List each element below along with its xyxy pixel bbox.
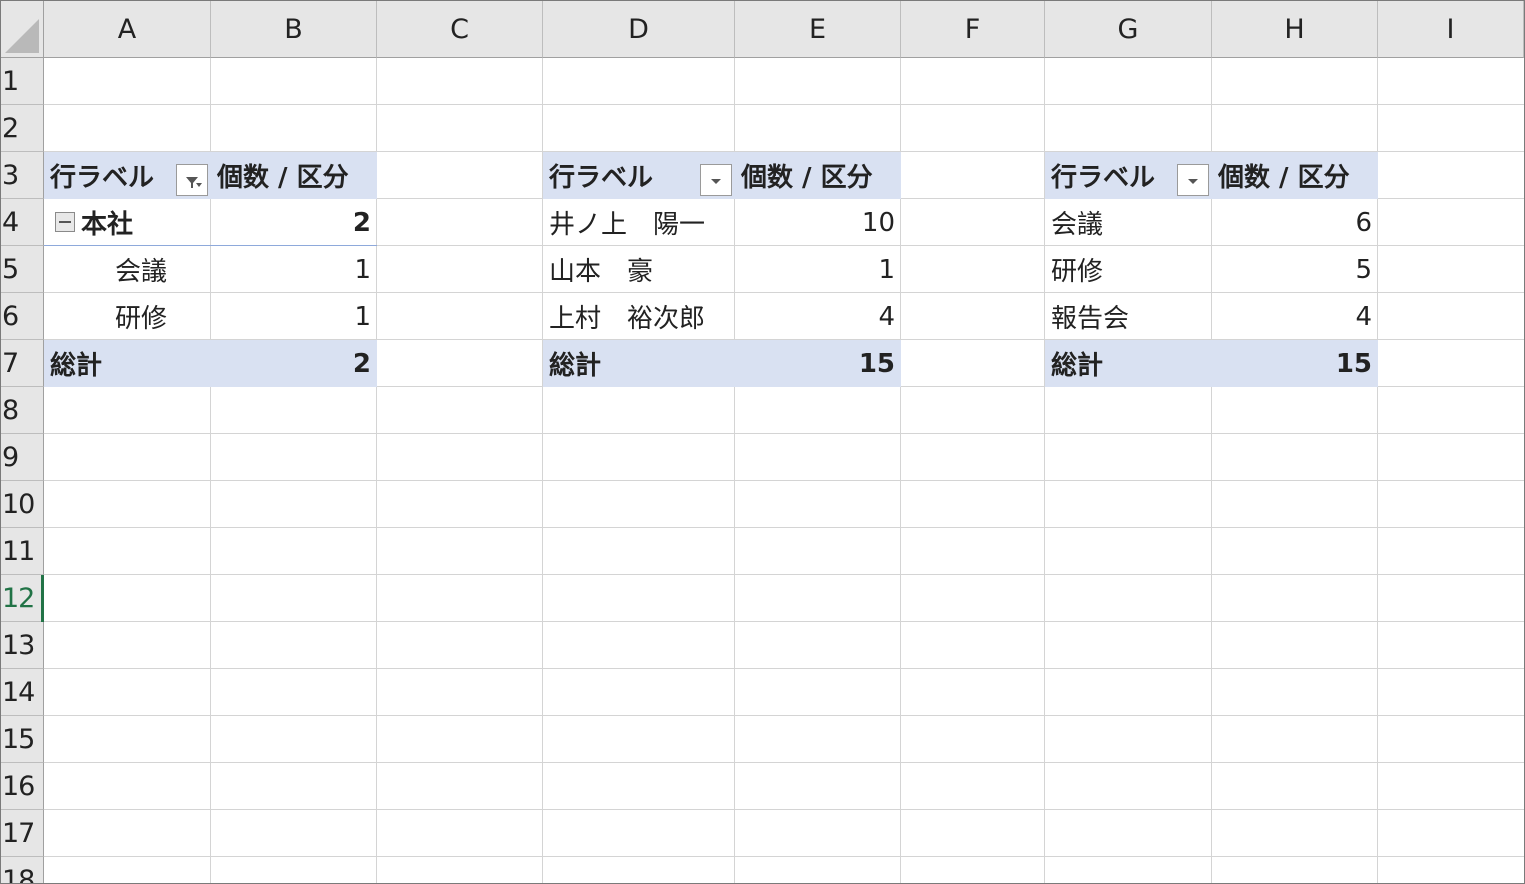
select-all-corner[interactable] [1, 1, 44, 58]
gridline [44, 104, 1524, 105]
pivot-item-value[interactable]: 6 [1212, 199, 1378, 246]
column-header-h[interactable]: H [1212, 1, 1378, 58]
row-header-7[interactable]: 7 [1, 340, 44, 387]
pivot-item-label[interactable]: 上村 裕次郎 [543, 293, 735, 340]
row-header-1[interactable]: 1 [1, 58, 44, 105]
gridline [44, 809, 1524, 810]
grand-total-label[interactable]: 総計 [1045, 340, 1212, 387]
row-header-5[interactable]: 5 [1, 246, 44, 293]
value-header: 個数 / 区分 [741, 163, 873, 193]
pivot-item-value[interactable]: 1 [211, 246, 377, 293]
pivot-item-label[interactable]: 研修 [115, 293, 211, 340]
dropdown-arrow-icon [1188, 179, 1198, 184]
collapse-button[interactable] [55, 212, 75, 232]
row-header-14[interactable]: 14 [1, 669, 44, 716]
grand-total-label[interactable]: 総計 [44, 340, 211, 387]
gridline [44, 668, 1524, 669]
row-header-8[interactable]: 8 [1, 387, 44, 434]
column-header-d[interactable]: D [543, 1, 735, 58]
column-header-c[interactable]: C [377, 1, 543, 58]
pivot-item-value[interactable]: 10 [735, 199, 901, 246]
pivot-item-label[interactable]: 研修 [1045, 246, 1212, 293]
row-header-12-active[interactable]: 12 [1, 575, 44, 622]
pivot-item-value[interactable]: 5 [1212, 246, 1378, 293]
group-label[interactable]: 本社 [81, 199, 211, 246]
row-header-15[interactable]: 15 [1, 716, 44, 763]
column-header-e[interactable]: E [735, 1, 901, 58]
row-header-11[interactable]: 11 [1, 528, 44, 575]
gridline [44, 621, 1524, 622]
column-header-a[interactable]: A [44, 1, 211, 58]
row-header-17[interactable]: 17 [1, 810, 44, 857]
pivot-item-value[interactable]: 1 [211, 293, 377, 340]
row-header-2[interactable]: 2 [1, 105, 44, 152]
row-header-3[interactable]: 3 [1, 152, 44, 199]
value-header: 個数 / 区分 [217, 163, 349, 193]
gridline [44, 480, 1524, 481]
gridline [44, 574, 1524, 575]
pivot-item-label[interactable]: 井ノ上 陽一 [543, 199, 735, 246]
pivot-item-value[interactable]: 4 [1212, 293, 1378, 340]
grand-total-value[interactable]: 15 [1212, 340, 1378, 387]
dropdown-button[interactable] [700, 164, 732, 196]
pivot-item-value[interactable]: 1 [735, 246, 901, 293]
gridline [44, 715, 1524, 716]
pivot-item-value[interactable]: 4 [735, 293, 901, 340]
filter-icon [186, 177, 202, 188]
row-header-13[interactable]: 13 [1, 622, 44, 669]
column-header-g[interactable]: G [1045, 1, 1212, 58]
pivot-item-label[interactable]: 会議 [1045, 199, 1212, 246]
row-header-9[interactable]: 9 [1, 434, 44, 481]
row-header-10[interactable]: 10 [1, 481, 44, 528]
column-header-i[interactable]: I [1378, 1, 1524, 58]
gridline [44, 762, 1524, 763]
filter-dropdown-button[interactable] [176, 164, 208, 196]
dropdown-arrow-icon [711, 179, 721, 184]
column-header-b[interactable]: B [211, 1, 377, 58]
grand-total-value[interactable]: 2 [211, 340, 377, 387]
pivot-item-label[interactable]: 会議 [115, 246, 211, 293]
grand-total-value[interactable]: 15 [735, 340, 901, 387]
row-header-16[interactable]: 16 [1, 763, 44, 810]
spreadsheet-grid[interactable]: A B C D E F G H I 1 2 3 4 5 6 7 8 9 10 1… [0, 0, 1525, 884]
gridline [44, 433, 1524, 434]
value-header: 個数 / 区分 [1218, 163, 1350, 193]
row-header-4[interactable]: 4 [1, 199, 44, 246]
pivot-item-label[interactable]: 山本 豪 [543, 246, 735, 293]
group-value[interactable]: 2 [211, 199, 377, 246]
row-header-6[interactable]: 6 [1, 293, 44, 340]
column-header-f[interactable]: F [901, 1, 1045, 58]
grand-total-label[interactable]: 総計 [543, 340, 735, 387]
active-cell-marker [41, 575, 44, 622]
dropdown-button[interactable] [1177, 164, 1209, 196]
gridline [44, 527, 1524, 528]
row-header-18[interactable]: 18 [1, 857, 44, 883]
gridline [44, 856, 1524, 857]
pivot-item-label[interactable]: 報告会 [1045, 293, 1212, 340]
